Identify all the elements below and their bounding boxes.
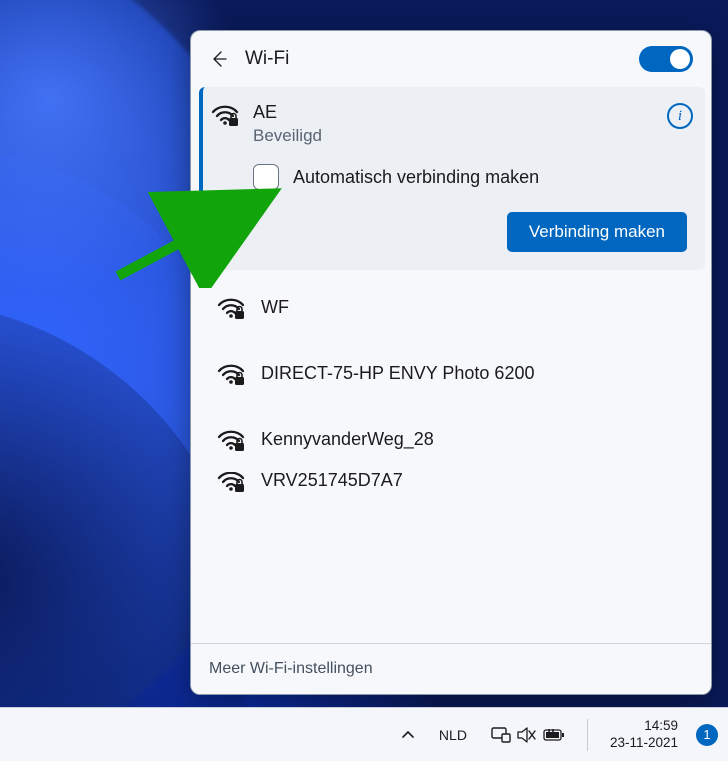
taskbar-clock[interactable]: 14:59 23-11-2021	[604, 718, 684, 752]
tray-separator	[587, 719, 588, 751]
network-item[interactable]: KennyvanderWeg_28	[199, 406, 705, 472]
auto-connect-checkbox[interactable]	[253, 164, 279, 190]
taskbar: NLD 14:59 23-11-2021 1	[0, 707, 728, 761]
quick-settings-button[interactable]	[485, 723, 571, 747]
notification-badge[interactable]: 1	[696, 724, 718, 746]
network-name: DIRECT-75-HP ENVY Photo 6200	[261, 362, 534, 385]
chevron-up-icon	[401, 728, 415, 742]
wifi-toggle[interactable]	[639, 46, 693, 72]
more-wifi-settings[interactable]: Meer Wi-Fi-instellingen	[191, 643, 711, 694]
network-name: KennyvanderWeg_28	[261, 428, 434, 451]
network-item[interactable]: DIRECT-75-HP ENVY Photo 6200	[199, 340, 705, 406]
network-name: AE	[253, 101, 653, 124]
wifi-secure-icon	[217, 362, 245, 386]
clock-date: 23-11-2021	[610, 735, 678, 752]
wifi-secure-icon	[211, 103, 239, 127]
network-info-button[interactable]: i	[667, 103, 693, 129]
network-item[interactable]: WF	[199, 274, 705, 340]
network-name: VRV251745D7A7	[261, 472, 403, 492]
network-item[interactable]: VRV251745D7A7	[199, 472, 705, 500]
network-list: AE Beveiligd i Automatisch verbinding ma…	[191, 87, 711, 643]
flyout-title: Wi-Fi	[245, 48, 627, 70]
tray-overflow-button[interactable]	[395, 724, 421, 746]
auto-connect-label: Automatisch verbinding maken	[293, 167, 539, 188]
language-indicator[interactable]: NLD	[433, 723, 473, 747]
wifi-secure-icon	[217, 472, 245, 493]
network-item-selected[interactable]: AE Beveiligd i Automatisch verbinding ma…	[199, 87, 705, 270]
back-button[interactable]	[205, 45, 233, 73]
wifi-flyout: Wi-Fi AE Beveiligd	[190, 30, 712, 695]
connect-button[interactable]: Verbinding maken	[507, 212, 687, 252]
flyout-header: Wi-Fi	[191, 31, 711, 87]
network-status: Beveiligd	[253, 126, 653, 146]
arrow-left-icon	[209, 49, 229, 69]
clock-time: 14:59	[610, 718, 678, 735]
wifi-secure-icon	[217, 296, 245, 320]
volume-mute-icon	[517, 727, 537, 743]
wifi-secure-icon	[217, 428, 245, 452]
battery-charging-icon	[543, 728, 565, 742]
network-name: WF	[261, 296, 289, 319]
display-icon	[491, 727, 511, 743]
